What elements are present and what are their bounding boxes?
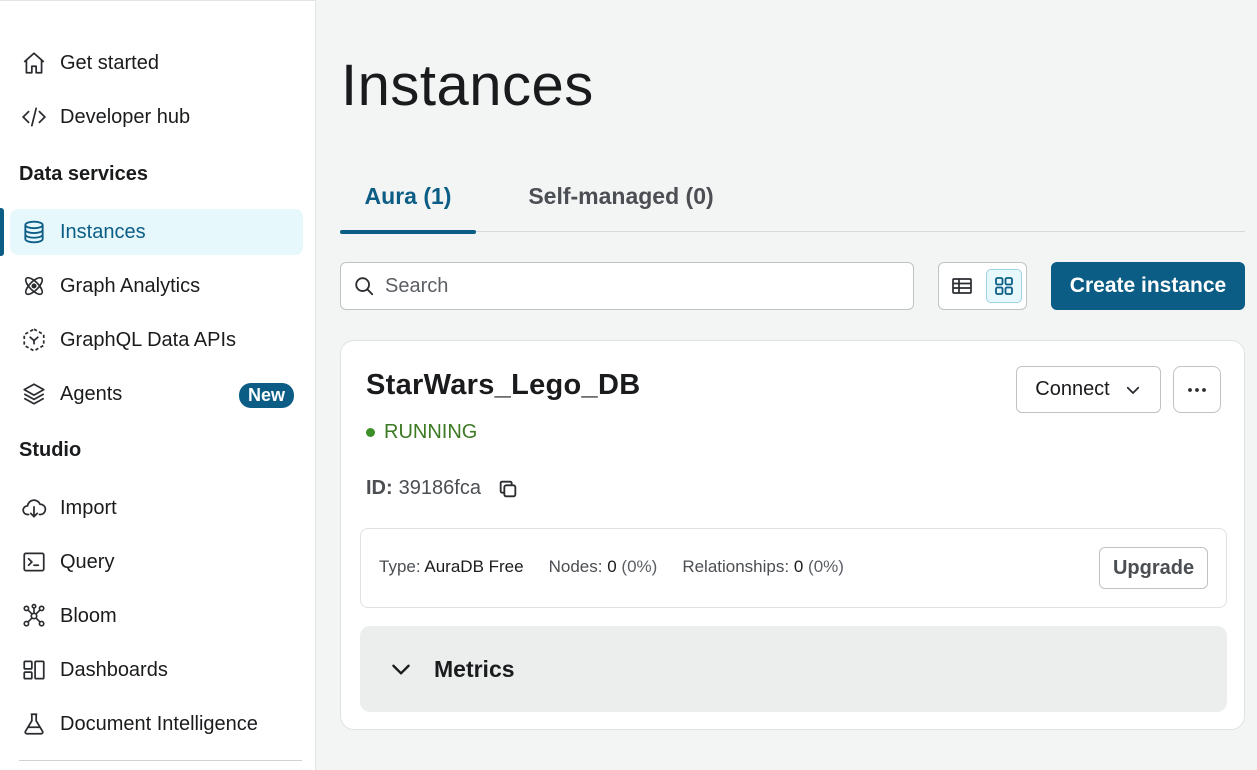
sidebar-item-dashboards[interactable]: Dashboards	[10, 647, 303, 693]
instance-card: StarWars_Lego_DB RUNNING ID: 39186fca Co…	[340, 340, 1245, 730]
type-label: Type:	[379, 557, 421, 576]
more-options-button[interactable]	[1173, 366, 1221, 413]
type-info: Type: AuraDB Free	[379, 557, 524, 577]
metrics-label: Metrics	[434, 655, 515, 682]
sidebar-item-label: Get started	[60, 51, 159, 74]
home-icon	[20, 49, 48, 77]
nodes-info: Nodes: 0 (0%)	[549, 557, 658, 577]
divider	[19, 760, 302, 761]
more-icon	[1188, 387, 1206, 392]
cloud-download-icon	[20, 494, 48, 522]
sidebar-item-agents[interactable]: Agents New	[10, 371, 303, 417]
atom-icon	[20, 272, 48, 300]
instance-info: Type: AuraDB Free Nodes: 0 (0%) Relation…	[360, 528, 1227, 608]
view-toggle	[938, 262, 1027, 310]
sidebar-item-bloom[interactable]: Bloom	[10, 593, 303, 639]
sidebar-item-graphql-data-apis[interactable]: GraphQL Data APIs	[10, 317, 303, 363]
connect-button[interactable]: Connect	[1016, 366, 1161, 413]
instance-stats: Type: AuraDB Free Nodes: 0 (0%) Relation…	[379, 557, 869, 577]
flask-icon	[20, 710, 48, 738]
sidebar-item-label: Document Intelligence	[60, 712, 258, 735]
nodes-label: Nodes:	[548, 557, 603, 576]
code-icon	[20, 103, 48, 131]
tab-bar: Aura (1) Self-managed (0)	[340, 160, 1245, 234]
chevron-down-icon	[1126, 386, 1139, 394]
database-icon	[20, 218, 48, 246]
sidebar-item-document-intelligence[interactable]: Document Intelligence	[10, 701, 303, 747]
sidebar-item-label: GraphQL Data APIs	[60, 328, 237, 351]
sidebar-item-graph-analytics[interactable]: Graph Analytics	[10, 263, 303, 309]
section-title-studio: Studio	[19, 439, 82, 461]
status-dot	[366, 428, 375, 437]
sidebar-item-label: Dashboards	[60, 658, 168, 681]
active-indicator	[0, 208, 4, 256]
graph-icon	[20, 602, 48, 630]
sidebar-item-query[interactable]: Query	[10, 539, 303, 585]
sidebar-item-label: Import	[60, 496, 117, 519]
sidebar-item-label: Instances	[60, 220, 146, 243]
graphql-icon	[20, 326, 48, 354]
tab-aura[interactable]: Aura (1)	[340, 160, 476, 234]
search-input[interactable]	[385, 274, 885, 298]
sidebar-item-label: Graph Analytics	[60, 274, 201, 297]
sidebar-item-developer-hub[interactable]: Developer hub	[10, 94, 303, 140]
relationships-info: Relationships: 0 (0%)	[682, 557, 844, 577]
sidebar-item-label: Query	[60, 550, 115, 573]
table-icon	[950, 274, 974, 298]
page-title: Instances	[341, 53, 594, 118]
sidebar-item-label: Bloom	[60, 604, 117, 627]
relationships-percent: (0%)	[808, 557, 844, 576]
create-instance-button[interactable]: Create instance	[1051, 262, 1245, 310]
id-value: 39186fca	[398, 477, 481, 499]
chevron-down-icon	[392, 664, 410, 675]
type-value: AuraDB Free	[424, 557, 524, 576]
instance-id: ID: 39186fca	[366, 477, 519, 500]
layers-icon	[20, 380, 48, 408]
terminal-icon	[20, 548, 48, 576]
tab-self-managed[interactable]: Self-managed (0)	[504, 160, 738, 232]
instance-name: StarWars_Lego_DB	[366, 369, 641, 401]
grid-view-button[interactable]	[986, 269, 1022, 303]
search-box[interactable]	[340, 262, 914, 310]
table-view-button[interactable]	[944, 269, 980, 303]
grid-icon	[992, 274, 1016, 298]
sidebar-item-label: Developer hub	[60, 105, 191, 128]
copy-icon[interactable]	[497, 478, 519, 500]
dashboard-icon	[20, 656, 48, 684]
sidebar-item-get-started[interactable]: Get started	[10, 40, 303, 86]
search-icon	[353, 275, 385, 297]
sidebar: Get started Developer hub Data services …	[0, 0, 316, 770]
status-text: RUNNING	[384, 421, 478, 443]
relationships-value: 0	[793, 557, 804, 576]
metrics-accordion[interactable]: Metrics	[360, 626, 1227, 712]
relationships-label: Relationships:	[682, 557, 790, 576]
connect-label: Connect	[1035, 378, 1110, 400]
sidebar-item-import[interactable]: Import	[10, 485, 303, 531]
new-badge: New	[238, 383, 294, 408]
id-label: ID:	[366, 477, 393, 499]
status-badge: RUNNING	[366, 421, 477, 444]
nodes-percent: (0%)	[621, 557, 658, 576]
nodes-value: 0	[607, 557, 617, 576]
sidebar-item-instances[interactable]: Instances	[10, 209, 303, 255]
sidebar-item-label: Agents	[60, 382, 123, 405]
upgrade-button[interactable]: Upgrade	[1099, 547, 1208, 589]
section-title-data-services: Data services	[19, 163, 148, 185]
